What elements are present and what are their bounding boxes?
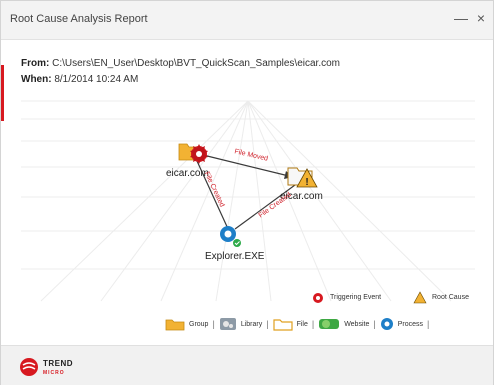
folder-trigger-icon[interactable]: [178, 143, 208, 164]
triggering-event-icon: [313, 293, 323, 303]
library-icon: [219, 318, 236, 330]
legend-root-cause: Root Cause: [432, 294, 469, 301]
svg-text:!: !: [305, 177, 308, 188]
trend-micro-logo-icon: [20, 358, 38, 376]
footer: TREND MICRO: [1, 345, 493, 385]
group-icon: [165, 319, 185, 331]
legend-file: File: [296, 320, 308, 328]
process-legend-icon: [380, 318, 393, 330]
legend-group: Group: [189, 320, 209, 328]
root-cause-icon: [413, 291, 427, 304]
perspective-grid: [21, 100, 475, 302]
legend-separator: |: [266, 319, 269, 329]
process-icon[interactable]: [220, 226, 241, 247]
legend-types: Group | Library | File | Website | Proce…: [165, 317, 433, 331]
brand-name: TREND: [43, 359, 74, 368]
legend-process: Process: [397, 320, 423, 328]
legend-triggering-event: Triggering Event: [330, 294, 382, 301]
brand-sub: MICRO: [43, 370, 65, 376]
legend-separator: |: [212, 319, 215, 329]
legend-separator: |: [373, 319, 376, 329]
folder-root-cause-icon[interactable]: !: [287, 167, 318, 188]
legend-separator: |: [311, 319, 315, 329]
website-icon: [319, 319, 340, 329]
file-icon: [272, 319, 293, 331]
report-window: Root Cause Analysis Report — × From: C:\…: [0, 0, 494, 385]
brand-logo: TREND MICRO: [43, 360, 73, 377]
legend-separator: |: [427, 319, 430, 329]
node-label-explorer: Explorer.EXE: [205, 251, 265, 262]
legend-website: Website: [344, 320, 370, 328]
legend-library: Library: [240, 320, 263, 328]
